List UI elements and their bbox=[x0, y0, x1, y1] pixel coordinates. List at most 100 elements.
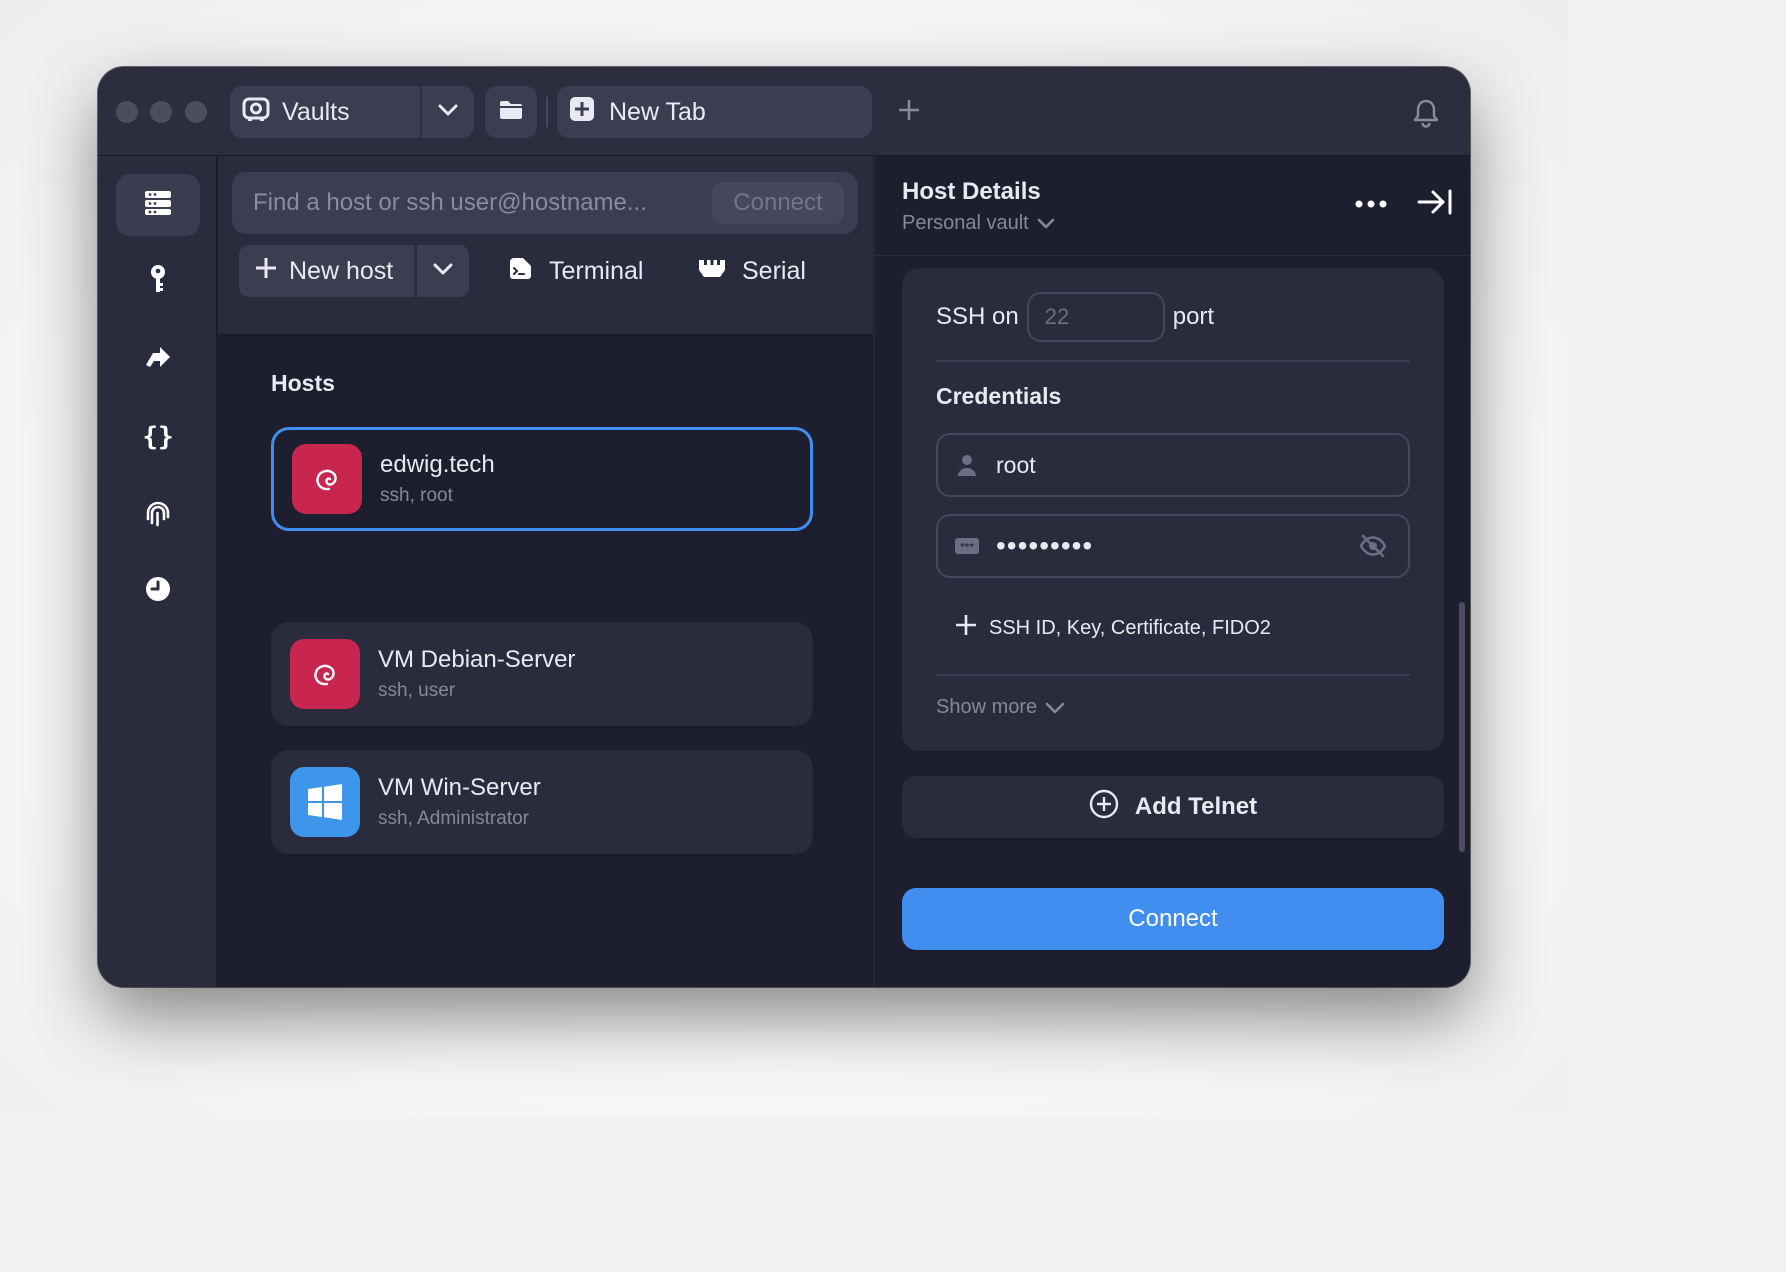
vaults-button[interactable]: Vaults bbox=[230, 86, 420, 138]
host-subtitle: ssh, Administrator bbox=[378, 808, 529, 829]
debian-logo-icon bbox=[292, 444, 362, 514]
port-forwarding-icon bbox=[144, 345, 172, 374]
ssh-port-row: SSH on port bbox=[936, 292, 1214, 342]
windows-logo-icon bbox=[290, 767, 360, 837]
password-icon: *** bbox=[954, 533, 980, 559]
fingerprint-icon bbox=[144, 499, 172, 532]
hosts-icon bbox=[144, 190, 172, 221]
hosts-toolbar: Connect New host bbox=[218, 156, 873, 334]
folder-icon bbox=[499, 100, 523, 125]
host-subtitle: ssh, root bbox=[380, 485, 453, 506]
keychain-icon bbox=[148, 264, 168, 299]
add-tab-button[interactable] bbox=[894, 97, 924, 127]
sidebar-item-keychain[interactable] bbox=[116, 250, 200, 312]
sidebar-item-port-forwarding[interactable] bbox=[116, 328, 200, 390]
arrow-to-right-icon bbox=[1417, 189, 1453, 220]
window-zoom-button[interactable] bbox=[185, 101, 207, 123]
window-minimize-button[interactable] bbox=[150, 101, 172, 123]
plus-icon bbox=[955, 614, 977, 642]
hosts-heading: Hosts bbox=[271, 370, 335, 396]
host-subtitle: ssh, user bbox=[378, 680, 456, 701]
host-name: VM Win-Server bbox=[378, 774, 541, 801]
terminal-icon bbox=[507, 256, 533, 287]
plus-icon bbox=[897, 98, 921, 127]
snippets-icon: {} bbox=[142, 422, 174, 452]
add-telnet-label: Add Telnet bbox=[1134, 793, 1258, 820]
app-window: Vaults New Tab {} Find a host or ssh use… bbox=[98, 67, 1470, 987]
window-close-button[interactable] bbox=[116, 101, 138, 123]
search-bar: Connect bbox=[232, 172, 858, 234]
vaults-label: Vaults bbox=[282, 97, 350, 126]
show-more-button[interactable]: Show more bbox=[936, 696, 1065, 719]
search-input[interactable] bbox=[251, 188, 712, 218]
plus-square-icon bbox=[569, 96, 595, 129]
sidebar-item-snippets[interactable]: {} bbox=[116, 406, 200, 468]
vaults-dropdown-button[interactable] bbox=[422, 86, 474, 138]
tab-label: New Tab bbox=[609, 97, 706, 126]
eye-off-icon[interactable] bbox=[1359, 531, 1387, 561]
vault-icon bbox=[242, 96, 270, 129]
show-more-label: Show more bbox=[936, 696, 1038, 718]
host-details-title: Host Details bbox=[902, 178, 1041, 205]
ssh-port-input[interactable] bbox=[1026, 292, 1165, 342]
vault-selector[interactable]: Personal vault bbox=[902, 212, 1055, 235]
chevron-down-icon bbox=[438, 103, 458, 121]
host-details-header: Host Details Personal vault bbox=[875, 156, 1470, 256]
more-dots-icon bbox=[1355, 195, 1387, 213]
search-connect-button[interactable]: Connect bbox=[712, 182, 844, 224]
ssh-port-prefix: SSH on bbox=[936, 303, 1019, 330]
ssh-settings-card: SSH on port Credentials bbox=[902, 268, 1444, 751]
add-telnet-button[interactable]: Add Telnet bbox=[902, 776, 1444, 838]
divider bbox=[936, 360, 1410, 362]
password-input[interactable] bbox=[994, 529, 1359, 563]
history-icon bbox=[144, 575, 172, 608]
sftp-button[interactable] bbox=[485, 86, 537, 138]
credentials-heading: Credentials bbox=[936, 383, 1062, 409]
hosts-list-panel: Hosts edwig.tech ssh, root VM Debian-Ser… bbox=[218, 334, 873, 987]
new-host-dropdown-button[interactable] bbox=[417, 245, 469, 297]
vault-selector-label: Personal vault bbox=[902, 212, 1029, 234]
debian-logo-icon bbox=[290, 639, 360, 709]
add-credentials-button[interactable]: SSH ID, Key, Certificate, FIDO2 bbox=[955, 614, 1271, 642]
notifications-button[interactable] bbox=[1412, 98, 1440, 128]
more-options-button[interactable] bbox=[1353, 192, 1389, 216]
host-card[interactable]: VM Debian-Server ssh, user bbox=[271, 622, 813, 726]
ssh-port-suffix: port bbox=[1172, 303, 1215, 330]
terminal-button[interactable]: Terminal bbox=[507, 245, 643, 297]
svg-text:***: *** bbox=[960, 543, 974, 553]
serial-port-icon bbox=[698, 257, 726, 286]
host-details-panel: Host Details Personal vault SSH on 22 po… bbox=[874, 156, 1470, 987]
sidebar-item-hosts[interactable] bbox=[116, 174, 200, 236]
new-host-label: New host bbox=[289, 256, 394, 285]
terminal-label: Terminal bbox=[549, 256, 644, 285]
chevron-down-icon bbox=[433, 262, 453, 280]
bell-icon bbox=[1412, 99, 1440, 132]
host-card[interactable]: edwig.tech ssh, root bbox=[271, 427, 813, 531]
username-input[interactable] bbox=[994, 450, 1408, 480]
collapse-panel-button[interactable] bbox=[1415, 188, 1455, 220]
host-card[interactable]: VM Win-Server ssh, Administrator bbox=[271, 750, 813, 854]
divider bbox=[936, 674, 1410, 676]
connect-button[interactable]: Connect bbox=[902, 888, 1444, 950]
chevron-down-icon bbox=[1037, 218, 1055, 229]
serial-button[interactable]: Serial bbox=[698, 245, 806, 297]
sidebar-item-history[interactable] bbox=[116, 560, 200, 622]
plus-circle-icon bbox=[1089, 789, 1119, 826]
new-host-button[interactable]: New host bbox=[239, 245, 414, 297]
user-icon bbox=[954, 452, 980, 478]
serial-label: Serial bbox=[742, 256, 806, 285]
sidebar-item-known-hosts[interactable] bbox=[116, 484, 200, 546]
tab-new-tab[interactable]: New Tab bbox=[557, 86, 872, 138]
screenshot-stage: Vaults New Tab {} Find a host or ssh use… bbox=[0, 0, 1568, 1116]
title-bar: Vaults New Tab bbox=[98, 67, 1470, 156]
tab-separator bbox=[546, 97, 548, 127]
host-name: VM Debian-Server bbox=[378, 646, 576, 673]
add-credentials-label: SSH ID, Key, Certificate, FIDO2 bbox=[989, 616, 1271, 639]
chevron-down-icon bbox=[1045, 702, 1065, 713]
password-field: *** bbox=[936, 514, 1410, 578]
sidebar: {} bbox=[98, 156, 217, 987]
plus-icon bbox=[255, 257, 277, 286]
host-name: edwig.tech bbox=[380, 451, 495, 478]
details-scrollbar[interactable] bbox=[1459, 602, 1465, 852]
username-field bbox=[936, 433, 1410, 497]
